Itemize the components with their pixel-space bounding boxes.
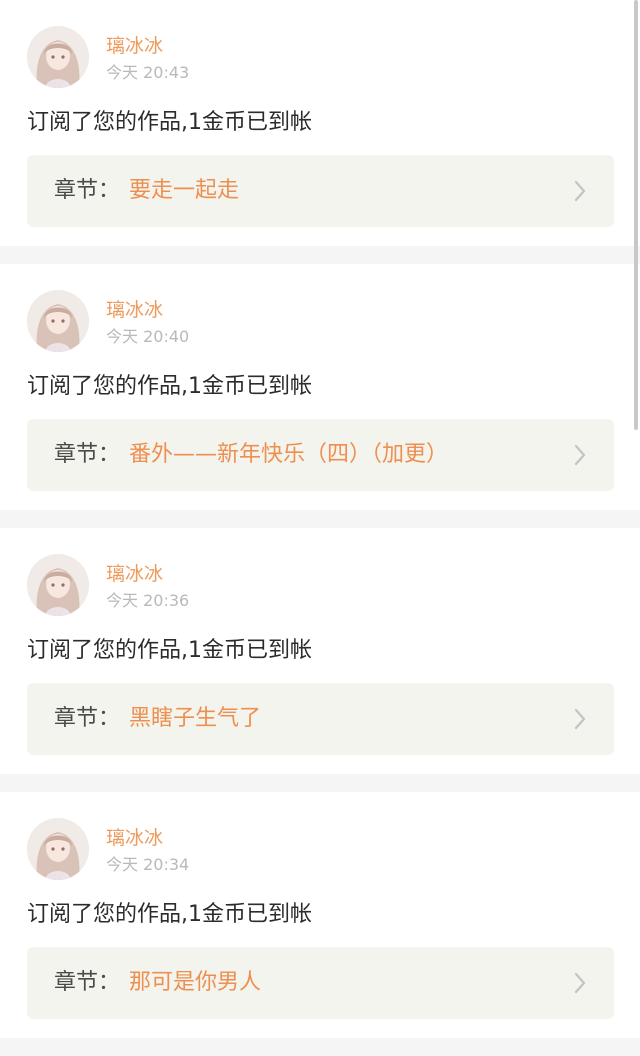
chevron-right-icon — [574, 444, 586, 466]
notification-message: 订阅了您的作品,1金币已到帐 — [27, 110, 312, 135]
chapter-title: 番外——新年快乐（四）（加更） — [129, 442, 449, 467]
chapter-title: 那可是你男人 — [129, 970, 262, 995]
chapter-label: 章节： — [54, 442, 121, 467]
chapter-link[interactable]: 章节： 番外——新年快乐（四）（加更） — [27, 419, 614, 491]
user-avatar-icon[interactable] — [27, 818, 89, 880]
chapter-link[interactable]: 章节： 那可是你男人 — [27, 947, 614, 1019]
chapter-title: 黑瞎子生气了 — [129, 706, 262, 731]
chapter-link[interactable]: 章节： 要走一起走 — [27, 155, 614, 227]
post-time: 今天 20:40 — [106, 327, 190, 346]
user-name[interactable]: 璃冰冰 — [106, 826, 163, 850]
chevron-right-icon — [574, 708, 586, 730]
notification-card: 璃冰冰 今天 20:34 订阅了您的作品,1金币已到帐 章节： 那可是你男人 — [0, 792, 640, 1038]
chevron-right-icon — [574, 180, 586, 202]
chevron-right-icon — [574, 972, 586, 994]
user-avatar-icon[interactable] — [27, 26, 89, 88]
user-name[interactable]: 璃冰冰 — [106, 34, 163, 58]
notification-card: 璃冰冰 今天 20:36 订阅了您的作品,1金币已到帐 章节： 黑瞎子生气了 — [0, 528, 640, 774]
post-time: 今天 20:43 — [106, 63, 190, 82]
notification-message: 订阅了您的作品,1金币已到帐 — [27, 374, 312, 399]
user-name[interactable]: 璃冰冰 — [106, 562, 163, 586]
post-time: 今天 20:36 — [106, 591, 190, 610]
chapter-label: 章节： — [54, 178, 121, 203]
notification-card: 璃冰冰 今天 20:43 订阅了您的作品,1金币已到帐 章节： 要走一起走 — [0, 0, 640, 246]
notification-message: 订阅了您的作品,1金币已到帐 — [27, 638, 312, 663]
post-time: 今天 20:34 — [106, 855, 190, 874]
user-name[interactable]: 璃冰冰 — [106, 298, 163, 322]
chapter-label: 章节： — [54, 970, 121, 995]
chapter-link[interactable]: 章节： 黑瞎子生气了 — [27, 683, 614, 755]
notification-card: 璃冰冰 今天 20:40 订阅了您的作品,1金币已到帐 章节： 番外——新年快乐… — [0, 264, 640, 510]
notification-feed: 璃冰冰 今天 20:43 订阅了您的作品,1金币已到帐 章节： 要走一起走 璃冰… — [0, 0, 640, 1056]
notification-message: 订阅了您的作品,1金币已到帐 — [27, 902, 312, 927]
chapter-title: 要走一起走 — [129, 178, 240, 203]
user-avatar-icon[interactable] — [27, 554, 89, 616]
vertical-scrollbar[interactable] — [634, 0, 638, 430]
user-avatar-icon[interactable] — [27, 290, 89, 352]
chapter-label: 章节： — [54, 706, 121, 731]
